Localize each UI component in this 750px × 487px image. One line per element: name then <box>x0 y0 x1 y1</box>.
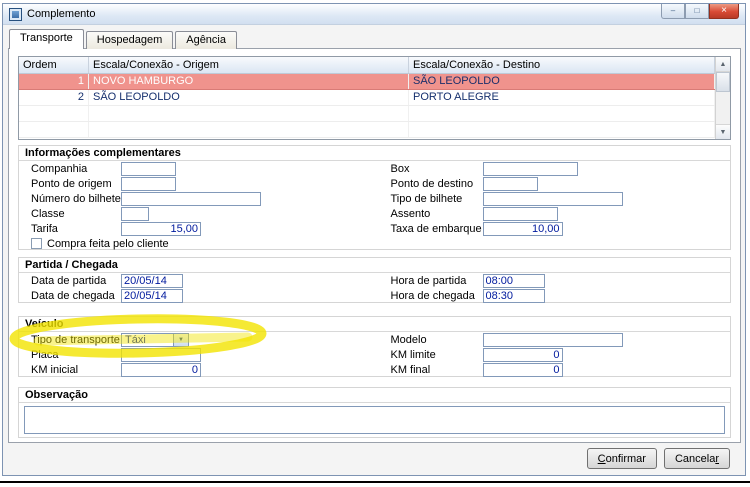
escalas-grid: Ordem Escala/Conexão - Origem Escala/Con… <box>18 56 731 140</box>
assento-label: Assento <box>390 207 431 220</box>
km-final-label: KM final <box>390 363 431 376</box>
km-limite-field[interactable] <box>482 347 563 362</box>
ponto-origem-field[interactable] <box>121 176 176 191</box>
section-title: Informações complementares <box>19 146 730 161</box>
grid-row[interactable]: 2 SÃO LEOPOLDO PORTO ALEGRE <box>19 90 715 106</box>
tipo-transporte-label: Tipo de transporte <box>31 333 120 346</box>
title-bar[interactable]: Complemento – □ × <box>3 4 745 25</box>
cell-destino: PORTO ALEGRE <box>409 90 715 105</box>
ponto-origem-label: Ponto de origem <box>31 177 112 190</box>
hora-chegada-label: Hora de chegada <box>390 289 475 302</box>
minimize-icon[interactable]: – <box>661 4 685 19</box>
grid-scrollbar[interactable]: ▲ ▼ <box>715 57 730 139</box>
tab-strip: Transporte Hospedagem Agência <box>9 29 239 49</box>
section-partida-chegada: Partida / Chegada Data de partida Hora d… <box>18 257 731 303</box>
column-header-origem[interactable]: Escala/Conexão - Origem <box>89 57 409 73</box>
section-veiculo: Veículo Tipo de transporte Táxi ▼ Modelo… <box>18 316 731 377</box>
cell-origem: NOVO HAMBURGO <box>89 74 409 89</box>
observacao-field[interactable] <box>24 406 725 434</box>
grid-row-empty <box>19 122 715 138</box>
close-icon[interactable]: × <box>709 4 739 19</box>
window-controls: – □ × <box>661 4 739 19</box>
data-chegada-field[interactable] <box>121 288 183 303</box>
window-title: Complemento <box>27 8 96 20</box>
tarifa-field[interactable] <box>121 221 201 236</box>
tipo-bilhete-field[interactable] <box>482 191 623 206</box>
scroll-down-icon[interactable]: ▼ <box>716 124 730 139</box>
km-final-field[interactable] <box>482 362 563 377</box>
taxa-embarque-label: Taxa de embarque <box>390 222 482 235</box>
km-inicial-field[interactable] <box>121 362 201 377</box>
section-observacao: Observação <box>18 387 731 438</box>
companhia-label: Companhia <box>31 162 88 175</box>
classe-field[interactable] <box>121 206 149 221</box>
tab-agencia[interactable]: Agência <box>175 31 237 49</box>
assento-field[interactable] <box>482 206 558 221</box>
section-informacoes-complementares: Informações complementares Companhia Box… <box>18 145 731 250</box>
cancelar-button[interactable]: Cancelar <box>663 448 730 469</box>
scroll-up-icon[interactable]: ▲ <box>716 57 730 72</box>
km-inicial-label: KM inicial <box>31 363 79 376</box>
placa-field[interactable] <box>121 347 201 362</box>
cell-destino: SÃO LEOPOLDO <box>409 74 715 89</box>
column-header-destino[interactable]: Escala/Conexão - Destino <box>409 57 715 73</box>
cell-ordem: 1 <box>19 74 89 89</box>
companhia-field[interactable] <box>121 161 176 176</box>
data-partida-field[interactable] <box>121 273 183 288</box>
box-field[interactable] <box>482 161 578 176</box>
section-title: Partida / Chegada <box>19 258 730 273</box>
maximize-icon[interactable]: □ <box>685 4 709 19</box>
transporte-panel: Ordem Escala/Conexão - Origem Escala/Con… <box>8 48 741 443</box>
section-title: Observação <box>19 388 730 403</box>
compra-cliente-checkbox[interactable] <box>31 238 42 249</box>
complemento-window: Complemento – □ × Transporte Hospedagem … <box>2 3 746 476</box>
column-header-ordem[interactable]: Ordem <box>19 57 89 73</box>
modelo-field[interactable] <box>482 332 623 347</box>
hora-partida-label: Hora de partida <box>390 274 467 287</box>
hora-partida-field[interactable] <box>482 273 545 288</box>
compra-cliente-label: Compra feita pelo cliente <box>47 237 169 250</box>
classe-label: Classe <box>31 207 65 220</box>
grid-header: Ordem Escala/Conexão - Origem Escala/Con… <box>19 57 715 74</box>
tipo-bilhete-label: Tipo de bilhete <box>390 192 463 205</box>
confirmar-button[interactable]: Confirmar <box>586 448 657 469</box>
tipo-transporte-value: Táxi <box>121 332 173 347</box>
ponto-destino-field[interactable] <box>482 176 538 191</box>
km-limite-label: KM limite <box>390 348 436 361</box>
data-partida-label: Data de partida <box>31 274 107 287</box>
app-icon <box>9 7 22 21</box>
taxa-embarque-field[interactable] <box>482 221 563 236</box>
tarifa-label: Tarifa <box>31 222 58 235</box>
cell-ordem: 2 <box>19 90 89 105</box>
dialog-buttons: Confirmar Cancelar <box>586 448 730 469</box>
scrollbar-thumb[interactable] <box>716 72 730 92</box>
chevron-down-icon[interactable]: ▼ <box>173 332 189 347</box>
tab-transporte[interactable]: Transporte <box>9 29 84 49</box>
tipo-transporte-dropdown[interactable]: Táxi ▼ <box>121 332 189 347</box>
numero-bilhete-field[interactable] <box>121 191 261 206</box>
ponto-destino-label: Ponto de destino <box>390 177 474 190</box>
grid-row-selected[interactable]: 1 NOVO HAMBURGO SÃO LEOPOLDO <box>19 74 715 90</box>
numero-bilhete-label: Número do bilhete <box>31 192 121 205</box>
grid-row-empty <box>19 106 715 122</box>
data-chegada-label: Data de chegada <box>31 289 115 302</box>
tab-hospedagem[interactable]: Hospedagem <box>85 31 174 49</box>
hora-chegada-field[interactable] <box>482 288 545 303</box>
box-label: Box <box>390 162 410 175</box>
cell-origem: SÃO LEOPOLDO <box>89 90 409 105</box>
screenshot-edge-line <box>0 481 750 483</box>
modelo-label: Modelo <box>390 333 427 346</box>
section-title: Veículo <box>19 317 730 332</box>
placa-label: Placa <box>31 348 59 361</box>
